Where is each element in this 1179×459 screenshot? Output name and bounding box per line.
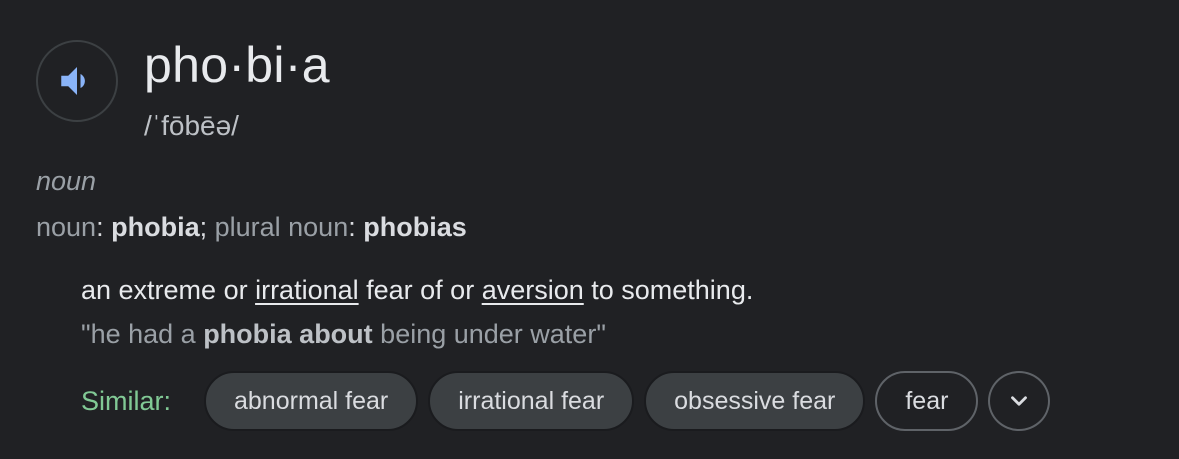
- show-more-similar-button[interactable]: [988, 371, 1051, 431]
- pronunciation: /ˈfōbēə/: [144, 110, 239, 141]
- example-highlight: phobia about: [203, 319, 373, 349]
- chevron-down-icon: [1011, 396, 1028, 406]
- headword: pho·bi·a: [144, 37, 330, 93]
- link-aversion[interactable]: aversion: [482, 275, 584, 305]
- example-text: being under water": [372, 319, 606, 349]
- form-value-singular: phobia: [111, 212, 200, 242]
- usage-example: "he had a phobia about being under water…: [81, 316, 606, 352]
- pronunciation-audio-button[interactable]: [36, 40, 118, 122]
- form-label-plural: plural noun: [214, 212, 349, 242]
- part-of-speech: noun: [36, 166, 97, 196]
- volume-icon: [61, 67, 85, 95]
- similar-chips: abnormal fear irrational fear obsessive …: [204, 371, 1051, 431]
- form-label-noun: noun: [36, 212, 97, 242]
- similar-chip-irrational-fear[interactable]: irrational fear: [428, 371, 635, 431]
- similar-chip-abnormal-fear[interactable]: abnormal fear: [204, 371, 419, 431]
- form-value-plural: phobias: [363, 212, 467, 242]
- example-text: "he had a: [81, 319, 204, 349]
- similar-chip-obsessive-fear[interactable]: obsessive fear: [644, 371, 866, 431]
- definition-text: fear of or: [358, 275, 482, 305]
- similar-label: Similar:: [81, 386, 172, 416]
- link-irrational[interactable]: irrational: [255, 275, 359, 305]
- definition: an extreme or irrational fear of or aver…: [81, 272, 753, 308]
- word-forms: noun: phobia; plural noun: phobias: [36, 212, 467, 242]
- definition-text: an extreme or: [81, 275, 256, 305]
- definition-text: to something.: [583, 275, 754, 305]
- similar-chip-fear[interactable]: fear: [875, 371, 979, 431]
